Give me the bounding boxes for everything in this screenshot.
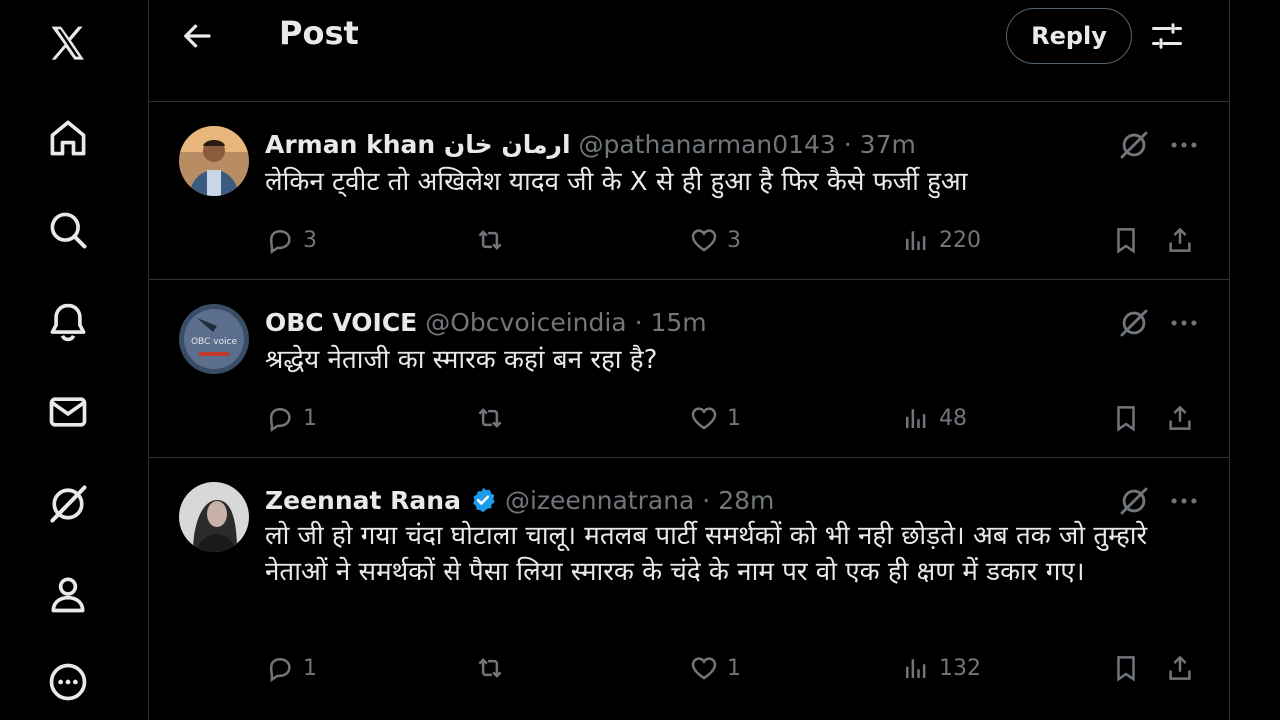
views-action[interactable]: 48 xyxy=(901,398,967,438)
like-count: 3 xyxy=(727,227,741,253)
post-text: लो जी हो गया चंदा घोटाला चालू। मतलब पार्… xyxy=(265,521,1148,587)
bookmark-action[interactable] xyxy=(1111,398,1149,438)
view-count: 220 xyxy=(939,227,981,253)
reply-icon xyxy=(269,229,291,254)
reply-post[interactable]: Arman khan ارمان خان @pathanarman0143 · … xyxy=(149,102,1229,280)
home-icon[interactable] xyxy=(42,112,94,164)
author-handle[interactable]: @pathanarman0143 · 37m xyxy=(579,130,916,159)
avatar[interactable]: OBC voice xyxy=(179,304,249,374)
share-icon xyxy=(1169,405,1191,430)
like-count: 1 xyxy=(727,405,741,431)
sidebar xyxy=(0,0,140,720)
bookmark-icon xyxy=(1117,228,1135,254)
reply-action[interactable]: 1 xyxy=(265,398,317,438)
x-logo-icon[interactable] xyxy=(42,18,94,70)
heart-icon xyxy=(691,229,717,252)
post-actions: 1 1 132 xyxy=(265,648,1205,688)
grok-icon[interactable] xyxy=(1117,128,1151,162)
post-actions: 1 1 48 xyxy=(265,398,1205,438)
profile-icon[interactable] xyxy=(42,568,94,620)
reply-post[interactable]: Zeennat Rana @izeennatrana · 28m लो जी ह… xyxy=(149,458,1229,698)
avatar[interactable] xyxy=(179,482,249,552)
author-name[interactable]: OBC VOICE xyxy=(265,308,417,337)
post-meta: Zeennat Rana @izeennatrana · 28m xyxy=(265,482,774,518)
bookmark-icon xyxy=(1117,656,1135,682)
more-options-icon[interactable] xyxy=(1167,128,1201,162)
back-arrow-icon[interactable] xyxy=(179,18,215,54)
avatar[interactable] xyxy=(179,126,249,196)
views-action[interactable]: 220 xyxy=(901,220,981,260)
views-icon xyxy=(906,231,926,250)
post-meta: Arman khan ارمان خان @pathanarman0143 · … xyxy=(265,126,916,162)
author-name[interactable]: Zeennat Rana xyxy=(265,486,461,515)
share-icon xyxy=(1169,227,1191,252)
reply-count: 1 xyxy=(303,405,317,431)
repost-action[interactable] xyxy=(475,220,513,260)
bookmark-action[interactable] xyxy=(1111,648,1149,688)
view-count: 132 xyxy=(939,655,981,681)
author-handle[interactable]: @Obcvoiceindia · 15m xyxy=(425,308,706,337)
post-meta: OBC VOICE @Obcvoiceindia · 15m xyxy=(265,304,707,340)
share-action[interactable] xyxy=(1165,398,1203,438)
heart-icon xyxy=(691,407,717,430)
reply-icon xyxy=(269,657,291,682)
post-text: लेकिन ट्वीट तो अखिलेश यादव जी के X से ही… xyxy=(265,167,968,197)
views-icon xyxy=(906,409,926,428)
repost-action[interactable] xyxy=(475,398,513,438)
bookmark-icon xyxy=(1117,406,1135,432)
like-action[interactable]: 3 xyxy=(689,220,741,260)
share-action[interactable] xyxy=(1165,648,1203,688)
reply-action[interactable]: 3 xyxy=(265,220,317,260)
views-icon xyxy=(906,659,926,678)
views-action[interactable]: 132 xyxy=(901,648,981,688)
verified-badge-icon xyxy=(469,486,497,514)
reply-post[interactable]: OBC voice OBC VOICE @Obcvoiceindia · 15m… xyxy=(149,280,1229,458)
post-text: श्रद्धेय नेताजी का स्मारक कहां बन रहा है… xyxy=(265,345,658,375)
svg-text:OBC voice: OBC voice xyxy=(191,337,238,347)
more-options-icon[interactable] xyxy=(1167,484,1201,518)
search-icon[interactable] xyxy=(42,204,94,256)
reply-count: 3 xyxy=(303,227,317,253)
reply-count: 1 xyxy=(303,655,317,681)
reply-icon xyxy=(269,407,291,432)
page-title: Post xyxy=(279,14,359,52)
filter-icon[interactable] xyxy=(1149,18,1185,54)
repost-icon xyxy=(478,408,502,428)
reply-action[interactable]: 1 xyxy=(265,648,317,688)
repost-icon xyxy=(478,658,502,678)
main-column: Post Reply Arman khan ارمان خان @pathana… xyxy=(148,0,1230,720)
bookmark-action[interactable] xyxy=(1111,220,1149,260)
more-icon[interactable] xyxy=(42,656,94,708)
repost-icon xyxy=(478,230,502,250)
like-action[interactable]: 1 xyxy=(689,648,741,688)
grok-icon[interactable] xyxy=(1117,484,1151,518)
heart-icon xyxy=(691,657,717,680)
like-count: 1 xyxy=(727,655,741,681)
repost-action[interactable] xyxy=(475,648,513,688)
view-count: 48 xyxy=(939,405,967,431)
more-options-icon[interactable] xyxy=(1167,306,1201,340)
messages-icon[interactable] xyxy=(42,386,94,438)
post-header: Post Reply xyxy=(149,0,1229,102)
notifications-icon[interactable] xyxy=(42,296,94,348)
grok-icon[interactable] xyxy=(42,478,94,530)
post-actions: 3 3 220 xyxy=(265,220,1205,260)
like-action[interactable]: 1 xyxy=(689,398,741,438)
author-name[interactable]: Arman khan ارمان خان xyxy=(265,130,571,159)
grok-icon[interactable] xyxy=(1117,306,1151,340)
author-handle[interactable]: @izeennatrana · 28m xyxy=(505,486,774,515)
reply-button[interactable]: Reply xyxy=(1006,8,1132,64)
share-icon xyxy=(1169,655,1191,680)
share-action[interactable] xyxy=(1165,220,1203,260)
